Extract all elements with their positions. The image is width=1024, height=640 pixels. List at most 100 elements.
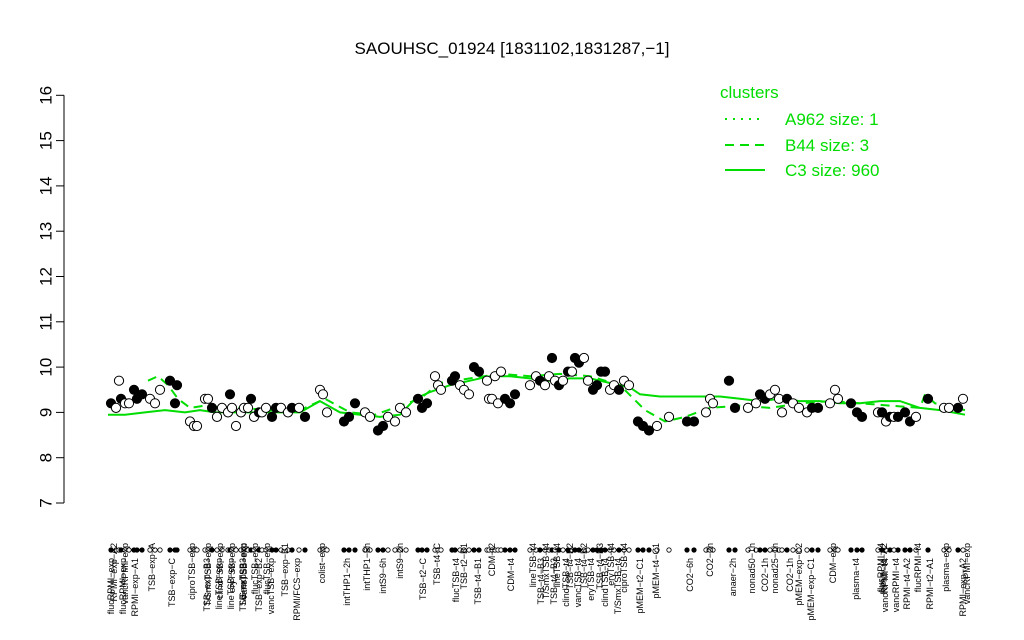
- data-point: [509, 389, 521, 400]
- strip-marker: [296, 547, 302, 553]
- strip-marker: [691, 547, 697, 553]
- data-point: [224, 389, 236, 400]
- x-label: ciproTSB−exp: [187, 543, 197, 600]
- legend-entry-c3: C3 size: 960: [785, 161, 880, 180]
- x-label: TSB−exp−B1: [280, 543, 290, 597]
- strip-marker: [507, 547, 513, 553]
- strip-marker: [784, 547, 790, 553]
- strip-marker: [452, 547, 458, 553]
- x-label: pMEM−t4−C1: [651, 543, 661, 599]
- data-point: [599, 366, 611, 377]
- x-label: vancTSB−exp: [266, 558, 276, 614]
- data-point: [293, 402, 305, 413]
- data-point: [539, 380, 551, 391]
- strip-marker: [762, 547, 768, 553]
- y-tick-label: 8: [37, 453, 56, 462]
- legend-title: clusters: [720, 83, 779, 102]
- data-point: [899, 407, 911, 418]
- strip-marker: [134, 547, 140, 553]
- data-point: [613, 384, 625, 395]
- x-label: plasma−exp: [941, 543, 951, 592]
- x-label: flucRPMI−t4: [913, 543, 923, 592]
- y-tick-label: 10: [37, 358, 56, 377]
- y-tick-label: 15: [37, 131, 56, 150]
- data-point: [317, 389, 329, 400]
- x-label: colist−exp: [317, 543, 327, 583]
- x-label: CO2−1h: [760, 558, 770, 592]
- x-label: TSB−t4−C: [432, 543, 442, 586]
- points-layer: [105, 352, 969, 436]
- strip-marker: [809, 547, 815, 553]
- x-label: lineTSB−exp: [226, 558, 236, 609]
- strip-marker: [419, 547, 425, 553]
- data-point: [421, 398, 433, 409]
- data-point: [149, 398, 161, 409]
- x-label: vancRPMI−t4: [880, 558, 890, 612]
- x-label: RPMI−t4−A2: [902, 558, 912, 610]
- data-point: [154, 384, 166, 395]
- x-label: clindTSB−t4: [600, 558, 610, 607]
- data-point: [952, 402, 964, 413]
- x-label: eryTSB−t4: [586, 558, 596, 601]
- strip-marker: [848, 547, 854, 553]
- data-point: [663, 411, 675, 422]
- data-point: [463, 389, 475, 400]
- chart-title: SAOUHSC_01924 [1831102,1831287,−1]: [355, 39, 670, 58]
- strip-marker: [895, 547, 901, 553]
- x-axis-labels: RPMI−exp−A2 vancRPMI−exp TSB−exp−A ciproTSB…: [106, 543, 972, 621]
- x-label: CDM−exp: [828, 543, 838, 583]
- strip-marker: [666, 547, 672, 553]
- data-point: [829, 384, 841, 395]
- data-point: [700, 407, 712, 418]
- data-point: [723, 375, 735, 386]
- data-point: [242, 402, 254, 413]
- y-tick-label: 11: [37, 313, 56, 331]
- strip-marker: [726, 547, 732, 553]
- strip-marker: [925, 547, 931, 553]
- strip-marker: [854, 547, 860, 553]
- x-label: intS9−6h: [378, 558, 388, 594]
- strip-marker: [640, 547, 646, 553]
- data-point: [230, 420, 242, 432]
- data-point: [943, 402, 955, 413]
- strip-marker: [352, 547, 358, 553]
- strip-marker: [471, 547, 477, 553]
- data-point: [688, 416, 700, 427]
- x-label: intTHP1−2h: [342, 558, 352, 606]
- data-point: [957, 393, 969, 404]
- data-point: [202, 393, 214, 404]
- strip-marker: [375, 547, 381, 553]
- x-label: RPMI−t2−A1: [925, 558, 935, 610]
- data-point: [832, 393, 844, 404]
- x-label: TSB−exp−B2: [254, 558, 264, 612]
- legend-entry-a962: A962 size: 1: [785, 110, 879, 129]
- y-tick-label: 12: [37, 267, 56, 286]
- x-label: plasma−t4: [851, 558, 861, 600]
- data-point: [856, 411, 868, 422]
- x-label: RPMI−exp−A2: [958, 558, 968, 617]
- data-point: [389, 416, 401, 427]
- y-tick-label: 9: [37, 408, 56, 417]
- data-point: [750, 398, 762, 409]
- data-point: [400, 407, 412, 418]
- x-label: pMEM−exp−C1: [806, 558, 816, 621]
- strip-marker: [380, 547, 386, 553]
- x-label: intTHP1−6h: [362, 543, 372, 591]
- strip-marker: [157, 547, 163, 553]
- strip-marker: [341, 547, 347, 553]
- data-point: [364, 411, 376, 422]
- data-point: [776, 407, 788, 418]
- data-point: [707, 398, 719, 409]
- x-label: TSB−t2−C: [418, 558, 428, 601]
- x-label: T/SmxTSB−t4: [613, 558, 623, 614]
- legend: clusters A962 size: 1 B44 size: 3 C3 siz…: [720, 83, 880, 180]
- x-label: TSB−exp−A: [147, 543, 157, 592]
- data-point: [623, 380, 635, 391]
- x-label: intS9−2h: [395, 543, 405, 579]
- data-point: [412, 393, 424, 404]
- y-axis: 7 8 9 10 11 12 13 14 15 16: [37, 86, 65, 508]
- data-point: [769, 384, 781, 395]
- data-point: [260, 402, 272, 413]
- data-point: [473, 366, 485, 377]
- strip-marker: [779, 547, 785, 553]
